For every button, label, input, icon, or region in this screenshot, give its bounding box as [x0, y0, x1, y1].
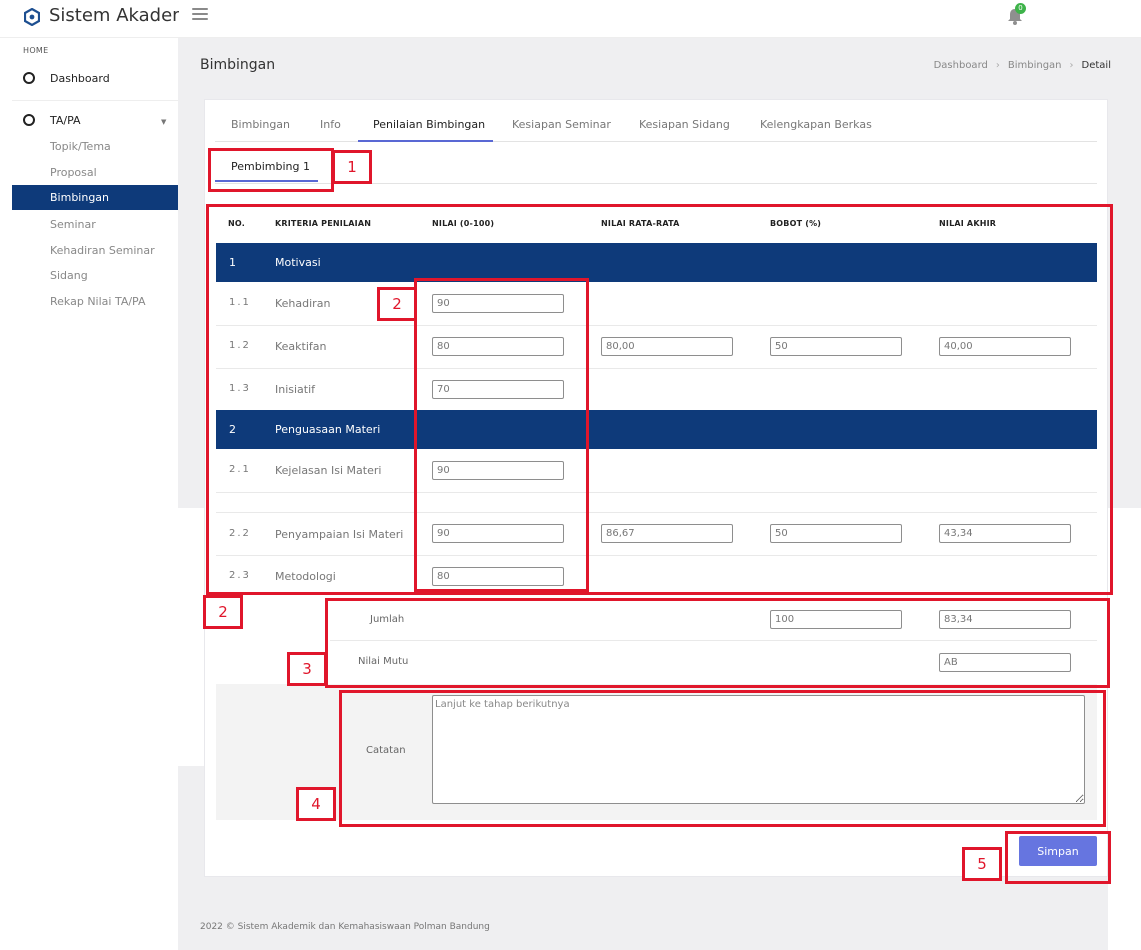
annotation-tag-2: 2	[377, 287, 417, 321]
row-no: 2.3	[229, 570, 251, 581]
background-band	[178, 508, 204, 766]
breadcrumb-separator-icon: ›	[995, 60, 1000, 71]
group-row: 1 Motivasi	[216, 243, 1097, 282]
tab-penilaian-bimbingan[interactable]: Penilaian Bimbingan	[373, 118, 485, 131]
annotation-tag-5: 5	[962, 847, 1002, 881]
breadcrumb-dashboard[interactable]: Dashboard	[934, 60, 988, 71]
dashboard-icon	[23, 72, 35, 84]
row-no: 1.1	[229, 297, 251, 308]
catatan-label: Catatan	[366, 745, 406, 756]
tab-info[interactable]: Info	[320, 118, 341, 131]
annotation-tag-3: 3	[287, 652, 327, 686]
sidebar-item-dashboard[interactable]: Dashboard	[50, 72, 110, 85]
header-nilai-akhir: NILAI AKHIR	[939, 219, 997, 228]
breadcrumb: Dashboard › Bimbingan › Detail	[934, 60, 1111, 71]
header-bobot: BOBOT (%)	[770, 219, 822, 228]
group-row: 2 Penguasaan Materi	[216, 410, 1097, 449]
header-rata-rata: NILAI RATA-RATA	[601, 219, 680, 228]
nilai-mutu-field[interactable]	[939, 653, 1071, 672]
nilai-input[interactable]	[432, 294, 564, 313]
sidebar-group-ta-pa[interactable]: TA/PA	[50, 114, 81, 127]
row-no: 1.3	[229, 383, 251, 394]
sidebar-item-seminar[interactable]: Seminar	[50, 218, 96, 231]
background-band	[1108, 508, 1141, 950]
sidebar-item-proposal[interactable]: Proposal	[50, 166, 97, 179]
row-divider	[216, 555, 1097, 556]
menu-toggle-icon[interactable]	[192, 8, 208, 22]
tab-kesiapan-sidang[interactable]: Kesiapan Sidang	[639, 118, 730, 131]
row-criteria: Keaktifan	[275, 340, 327, 353]
row-criteria: Kejelasan Isi Materi	[275, 464, 382, 477]
row-divider	[216, 492, 1097, 493]
row-divider	[216, 368, 1097, 369]
breadcrumb-bimbingan[interactable]: Bimbingan	[1008, 60, 1062, 71]
rata-rata-field[interactable]	[601, 524, 733, 543]
catatan-textarea[interactable]: Lanjut ke tahap berikutnya	[432, 695, 1085, 804]
jumlah-label: Jumlah	[370, 614, 405, 625]
group-no: 2	[229, 423, 236, 436]
page-title: Bimbingan	[200, 57, 276, 73]
sidebar-item-bimbingan[interactable]: Bimbingan	[50, 191, 109, 204]
nilai-input[interactable]	[432, 567, 564, 586]
subtab-pembimbing-1[interactable]: Pembimbing 1	[231, 160, 310, 173]
row-no: 1.2	[229, 340, 251, 351]
row-no: 2.1	[229, 464, 251, 475]
row-divider	[216, 325, 1097, 326]
rata-rata-field[interactable]	[601, 337, 733, 356]
row-criteria: Inisiatif	[275, 383, 316, 396]
header-nilai: NILAI (0-100)	[432, 219, 495, 228]
jumlah-bobot-field[interactable]	[770, 610, 902, 629]
row-no: 2.2	[229, 528, 251, 539]
active-tab-indicator	[358, 140, 493, 142]
group-name: Motivasi	[275, 256, 321, 269]
nilai-input[interactable]	[432, 461, 564, 480]
active-subtab-indicator	[215, 180, 318, 182]
group-no: 1	[229, 256, 236, 269]
top-bar: Sistem Akademik 0	[0, 0, 1141, 38]
sidebar-item-rekap-nilai[interactable]: Rekap Nilai TA/PA	[50, 295, 146, 308]
row-criteria: Kehadiran	[275, 297, 331, 310]
annotation-tag-2b: 2	[203, 595, 243, 629]
simpan-button[interactable]: Simpan	[1019, 836, 1097, 866]
sidebar-item-sidang[interactable]: Sidang	[50, 269, 88, 282]
header-no: NO.	[228, 219, 245, 228]
tab-bimbingan[interactable]: Bimbingan	[231, 118, 290, 131]
header-kriteria: KRITERIA PENILAIAN	[275, 219, 372, 228]
group-name: Penguasaan Materi	[275, 423, 381, 436]
sidebar-section-label: HOME	[23, 46, 49, 55]
sidebar-divider	[12, 100, 178, 101]
footer-text: 2022 © Sistem Akademik dan Kemahasiswaan…	[200, 922, 490, 932]
tab-bar: Bimbingan Info Penilaian Bimbingan Kesia…	[215, 112, 1097, 142]
annotation-tag-4: 4	[296, 787, 336, 821]
tab-kesiapan-seminar[interactable]: Kesiapan Seminar	[512, 118, 611, 131]
nilai-input[interactable]	[432, 380, 564, 399]
app-logo-icon	[24, 8, 40, 26]
notification-badge: 0	[1015, 3, 1026, 14]
nilai-input[interactable]	[432, 337, 564, 356]
nilai-akhir-field[interactable]	[939, 337, 1071, 356]
nilai-akhir-field[interactable]	[939, 524, 1071, 543]
sidebar: HOME Dashboard TA/PA ▼ Topik/Tema Propos…	[0, 38, 178, 950]
nilai-mutu-label: Nilai Mutu	[358, 656, 409, 667]
bobot-field[interactable]	[770, 337, 902, 356]
row-divider	[330, 640, 1097, 641]
row-criteria: Metodologi	[275, 570, 336, 583]
breadcrumb-separator-icon: ›	[1069, 60, 1074, 71]
sidebar-item-kehadiran-seminar[interactable]: Kehadiran Seminar	[50, 244, 155, 257]
nilai-input[interactable]	[432, 524, 564, 543]
jumlah-nilai-akhir-field[interactable]	[939, 610, 1071, 629]
chevron-down-icon[interactable]: ▼	[161, 118, 166, 126]
bobot-field[interactable]	[770, 524, 902, 543]
sidebar-item-topik[interactable]: Topik/Tema	[50, 140, 111, 153]
app-title: Sistem Akademik	[49, 5, 179, 26]
row-criteria: Penyampaian Isi Materi	[275, 528, 404, 541]
annotation-tag-1: 1	[332, 150, 372, 184]
row-divider	[216, 512, 1097, 513]
ta-pa-icon	[23, 114, 35, 126]
tab-kelengkapan-berkas[interactable]: Kelengkapan Berkas	[760, 118, 872, 131]
breadcrumb-current: Detail	[1081, 60, 1111, 71]
